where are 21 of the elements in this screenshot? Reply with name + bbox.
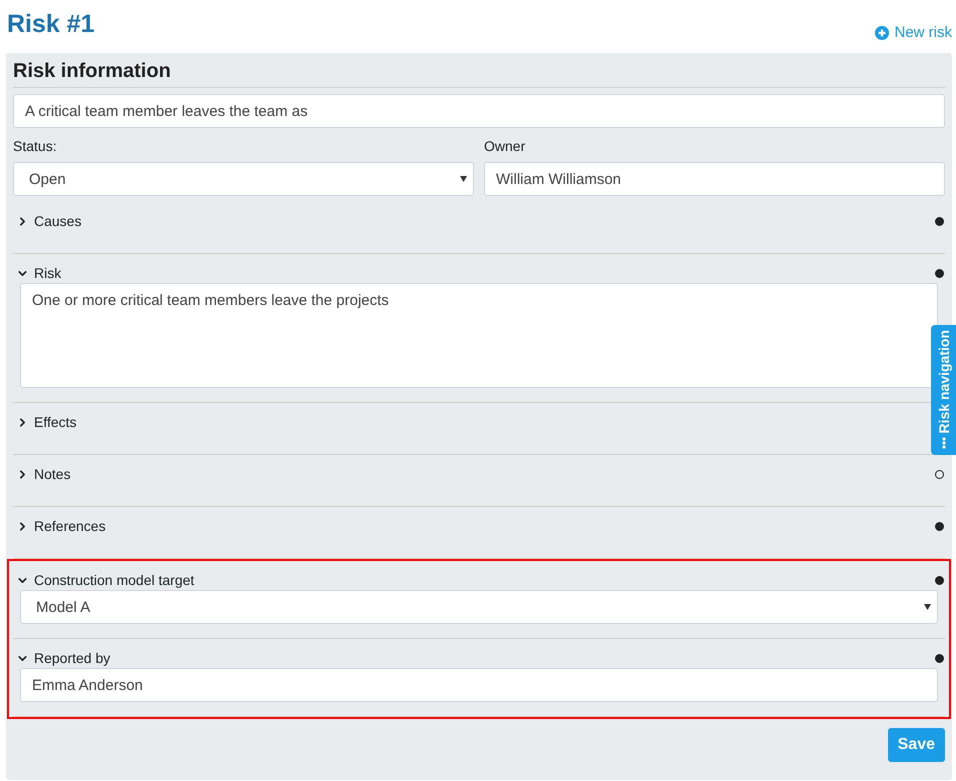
status-select[interactable]: Open xyxy=(13,162,474,196)
field-label: Owner xyxy=(484,138,526,154)
section-title[interactable]: References xyxy=(34,518,106,534)
section-title[interactable]: Reported by xyxy=(34,650,110,666)
page-title: Risk #1 xyxy=(7,10,95,39)
field-label: Status: xyxy=(13,138,58,154)
select-field[interactable]: Model A xyxy=(20,590,938,624)
risk-textarea[interactable]: One or more critical team members leave the projects xyxy=(20,283,938,388)
section-title[interactable]: Risk xyxy=(34,265,62,281)
caret-icon xyxy=(924,604,931,610)
section-title[interactable]: Notes xyxy=(34,466,71,482)
section-title[interactable]: Effects xyxy=(34,414,77,430)
caret-icon xyxy=(460,176,467,182)
owner-field[interactable]: William Williamson xyxy=(484,162,945,196)
panel-heading: Risk information xyxy=(13,57,945,88)
input-field[interactable]: Emma Anderson xyxy=(20,668,938,702)
plus-circle-icon xyxy=(875,26,890,40)
risk-name-field[interactable]: A critical team member leaves the team as xyxy=(13,94,945,128)
section-title[interactable]: Causes xyxy=(34,213,82,229)
section-title[interactable]: Construction model target xyxy=(34,572,194,588)
dots-icon xyxy=(942,437,946,449)
